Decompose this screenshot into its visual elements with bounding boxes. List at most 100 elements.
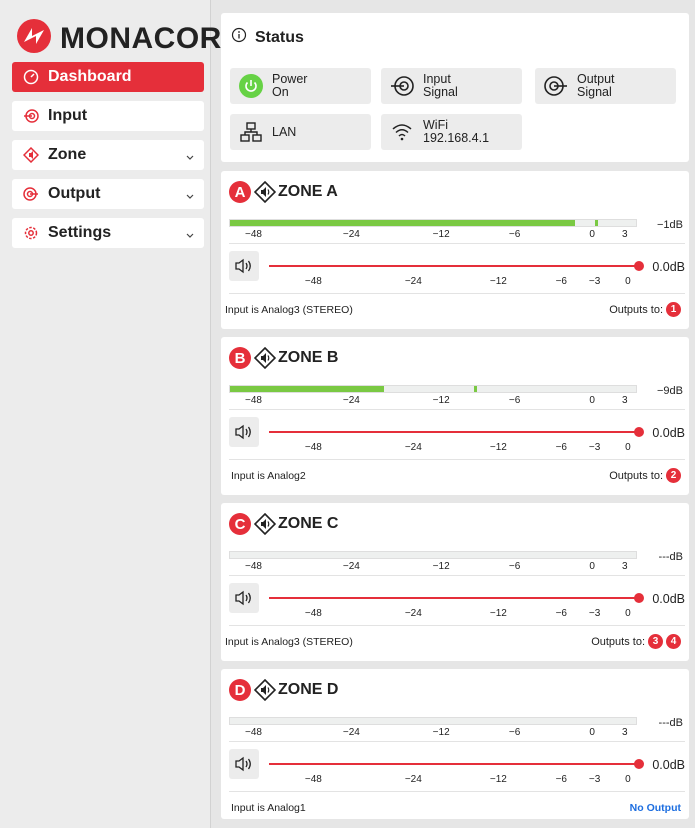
zone-card: D ZONE D ---dB −48 −24 −12 −6 0 3 0.0dB −48 −24 −12 −… xyxy=(221,669,689,819)
brand-logo[interactable]: MONACOR xyxy=(16,18,222,59)
sidebar: MONACOR Dashboard Input Zone Output Sett… xyxy=(0,0,221,828)
volume-slider[interactable] xyxy=(269,261,644,271)
zone-input-source: Input is Analog1 xyxy=(231,802,306,814)
zone-name: ZONE C xyxy=(278,515,339,532)
meter-db-readout: ---dB xyxy=(658,551,683,563)
volume-tick-label: −3 xyxy=(588,774,601,785)
power-icon xyxy=(238,73,264,99)
volume-slider[interactable] xyxy=(269,427,644,437)
zone-letter-badge: B xyxy=(229,347,251,369)
chevron-down-icon xyxy=(186,148,194,166)
mute-button[interactable] xyxy=(229,583,259,613)
volume-slider-handle[interactable] xyxy=(634,261,644,271)
meter-tick-label: −24 xyxy=(342,727,360,738)
volume-tick-label: −12 xyxy=(489,774,507,785)
zone-letter-badge: D xyxy=(229,679,251,701)
nav-dashboard-label: Dashboard xyxy=(48,68,132,85)
zone-input-source: Input is Analog3 (STEREO) xyxy=(225,636,353,648)
volume-tick-label: −48 xyxy=(304,608,322,619)
output-badge[interactable]: 3 xyxy=(648,634,663,649)
nav-input[interactable]: Input xyxy=(12,101,204,131)
meter-tick-label: −6 xyxy=(508,727,521,738)
zone-header[interactable]: D ZONE D xyxy=(229,679,338,701)
mute-button[interactable] xyxy=(229,749,259,779)
volume-tick-label: −48 xyxy=(304,442,322,453)
speaker-icon xyxy=(235,258,253,274)
lan-label: LAN xyxy=(272,124,297,139)
meter-tick-label: −12 xyxy=(432,561,450,572)
volume-slider[interactable] xyxy=(269,759,644,769)
output-badge[interactable]: 4 xyxy=(666,634,681,649)
volume-slider-handle[interactable] xyxy=(634,427,644,437)
power-tile: Power On xyxy=(230,68,371,104)
wifi-value: 192.168.4.1 xyxy=(423,131,490,145)
volume-tick-label: −48 xyxy=(304,276,322,287)
output-badge[interactable]: 2 xyxy=(666,468,681,483)
zone-name: ZONE B xyxy=(278,349,339,366)
nav-settings[interactable]: Settings xyxy=(12,218,204,248)
divider xyxy=(229,459,685,460)
mute-button[interactable] xyxy=(229,251,259,281)
speaker-icon xyxy=(235,756,253,772)
volume-tick-label: −6 xyxy=(555,442,567,453)
volume-tick-label: −3 xyxy=(588,608,601,619)
nav-output[interactable]: Output xyxy=(12,179,204,209)
meter-tick-label: −6 xyxy=(508,561,521,572)
volume-tick-label: −3 xyxy=(588,442,601,453)
divider xyxy=(229,625,685,626)
level-meter xyxy=(229,717,637,725)
level-meter-fill xyxy=(230,220,576,226)
gear-icon xyxy=(22,224,40,242)
volume-tick-label: 0 xyxy=(625,608,631,619)
nav-zone[interactable]: Zone xyxy=(12,140,204,170)
power-value: On xyxy=(272,85,289,99)
zone-header[interactable]: B ZONE B xyxy=(229,347,338,369)
meter-db-readout: −1dB xyxy=(657,219,683,231)
meter-tick-label: −12 xyxy=(432,727,450,738)
chevron-down-icon xyxy=(186,226,194,244)
level-meter xyxy=(229,219,637,227)
meter-tick-label: −24 xyxy=(342,561,360,572)
status-card: Status Power On Input Signal Output Signal … xyxy=(221,13,689,162)
volume-readout: 0.0dB xyxy=(652,426,685,440)
output-icon xyxy=(22,185,40,203)
nav-zone-label: Zone xyxy=(48,146,87,163)
volume-slider-handle[interactable] xyxy=(634,593,644,603)
meter-db-readout: −9dB xyxy=(657,385,683,397)
zone-header[interactable]: A ZONE A xyxy=(229,181,338,203)
lan-tile: LAN xyxy=(230,114,371,150)
zone-name: ZONE A xyxy=(278,183,338,200)
level-meter xyxy=(229,551,637,559)
wifi-icon xyxy=(389,119,415,145)
zone-name: ZONE D xyxy=(278,681,339,698)
output-signal-value: Signal xyxy=(577,85,612,99)
chevron-down-icon xyxy=(186,187,194,205)
output-badge[interactable]: 1 xyxy=(666,302,681,317)
nav-settings-label: Settings xyxy=(48,224,112,241)
zone-input-source: Input is Analog2 xyxy=(231,470,306,482)
meter-tick-label: 0 xyxy=(589,561,595,572)
volume-slider-handle[interactable] xyxy=(634,759,644,769)
input-signal-icon xyxy=(389,73,415,99)
outputs-label: Outputs to: xyxy=(591,635,645,648)
nav-dashboard[interactable]: Dashboard xyxy=(12,62,204,92)
info-icon xyxy=(231,27,247,48)
level-meter-peak xyxy=(595,220,599,226)
level-meter xyxy=(229,385,637,393)
nav-input-label: Input xyxy=(48,107,88,124)
volume-slider[interactable] xyxy=(269,593,644,603)
level-meter-fill xyxy=(230,386,385,392)
output-signal-label: Output xyxy=(577,72,615,86)
nav-output-label: Output xyxy=(48,185,101,202)
volume-readout: 0.0dB xyxy=(652,260,685,274)
zone-icon xyxy=(22,146,40,164)
zone-speaker-icon xyxy=(254,679,276,701)
wifi-tile: WiFi 192.168.4.1 xyxy=(381,114,522,150)
volume-tick-label: −3 xyxy=(588,276,601,287)
meter-tick-label: −6 xyxy=(508,229,521,240)
meter-tick-label: −48 xyxy=(244,561,262,572)
mute-button[interactable] xyxy=(229,417,259,447)
volume-tick-label: −6 xyxy=(555,774,567,785)
zone-header[interactable]: C ZONE C xyxy=(229,513,338,535)
volume-tick-label: 0 xyxy=(625,774,631,785)
